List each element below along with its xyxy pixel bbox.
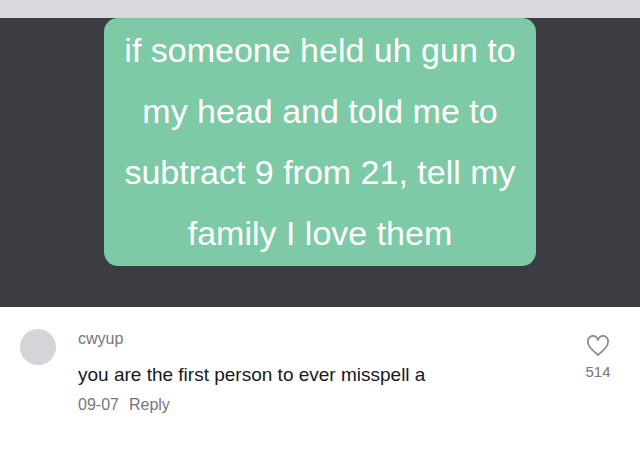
avatar-icon[interactable] (20, 329, 56, 365)
caption-sticker: if someone held uh gun tomy head and tol… (104, 18, 535, 266)
username[interactable]: cwyup (78, 329, 568, 349)
video-frame[interactable]: if someone held uh gun tomy head and tol… (0, 0, 640, 307)
caption-line: if someone held uh gun to (124, 20, 515, 81)
caption-line: family I love them (124, 203, 515, 264)
caption-line: my head and told me to (124, 81, 515, 142)
reply-button[interactable]: Reply (129, 395, 170, 415)
comment-meta: 09-07 Reply (78, 395, 568, 415)
comment-date: 09-07 (78, 395, 119, 415)
like-count: 514 (585, 363, 610, 381)
caption-line: subtract 9 from 21, tell my (124, 142, 515, 203)
comment-text: you are the first person to ever misspel… (78, 363, 568, 387)
heart-icon (586, 335, 610, 357)
like-button[interactable]: 514 (568, 325, 628, 467)
comment-body: cwyup you are the first person to ever mi… (78, 325, 568, 467)
comment: cwyup you are the first person to ever mi… (0, 307, 640, 467)
screenshot: if someone held uh gun tomy head and tol… (0, 0, 640, 467)
